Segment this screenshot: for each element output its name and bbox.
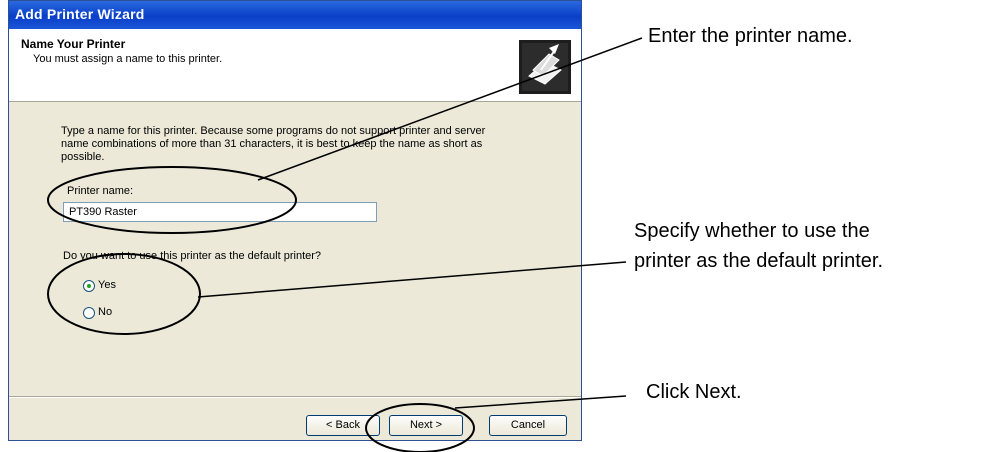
callout-default-line2: printer as the default printer. bbox=[634, 250, 884, 272]
leader-line-default bbox=[197, 261, 627, 298]
callout-click-next: Click Next. bbox=[646, 381, 742, 403]
leader-line-name bbox=[257, 37, 643, 181]
callout-default-line1: Specify whether to use the bbox=[634, 220, 870, 242]
highlight-ellipse-default bbox=[47, 253, 201, 335]
callout-enter-name: Enter the printer name. bbox=[648, 25, 853, 47]
leader-line-next bbox=[454, 395, 627, 409]
highlight-ellipse-name bbox=[47, 166, 297, 234]
highlight-ellipse-next bbox=[365, 403, 475, 452]
